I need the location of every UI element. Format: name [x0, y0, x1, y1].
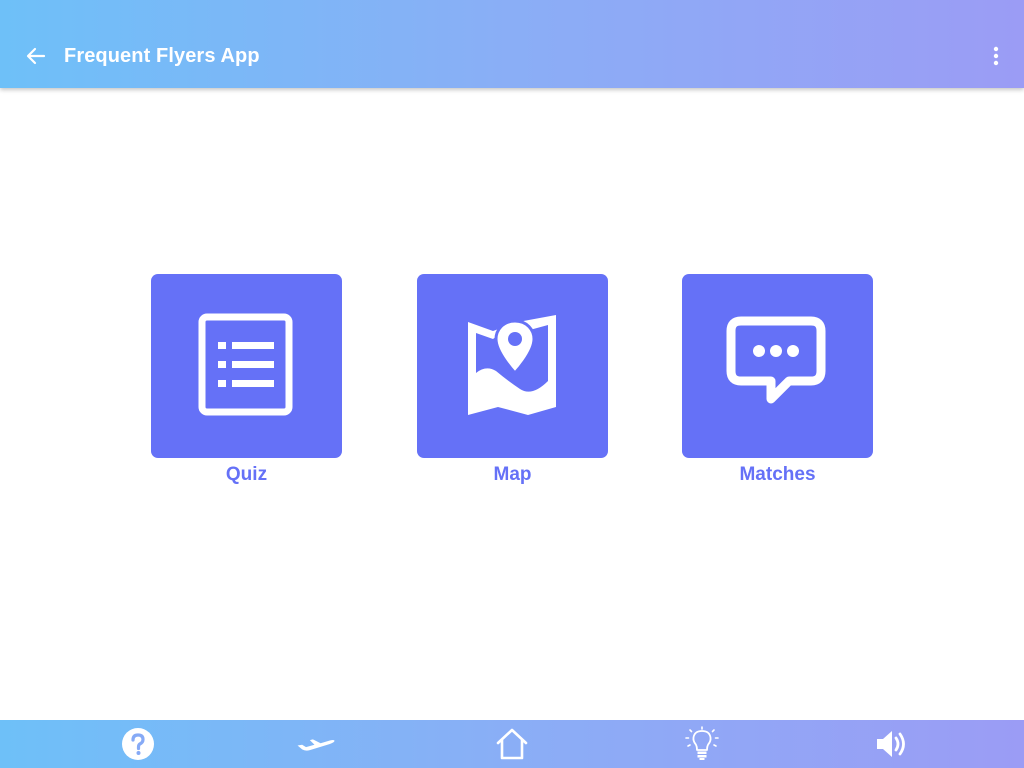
arrow-back-icon	[26, 47, 46, 65]
matches-tile[interactable]: Matches	[682, 274, 873, 486]
app-title: Frequent Flyers App	[64, 45, 260, 67]
top-app-bar: Frequent Flyers App	[0, 0, 1024, 88]
more-options-button[interactable]	[984, 40, 1008, 72]
flight-button[interactable]	[296, 726, 336, 762]
matches-tile-box[interactable]	[682, 274, 873, 458]
map-tile[interactable]: Map	[417, 274, 608, 486]
bottom-navigation	[0, 720, 1024, 768]
quiz-label[interactable]: Quiz	[151, 464, 342, 486]
home-button[interactable]	[492, 726, 532, 762]
map-tile-box[interactable]	[417, 274, 608, 458]
speaker-icon	[877, 731, 905, 757]
home-icon	[496, 728, 528, 760]
question-icon	[122, 728, 154, 760]
help-button[interactable]	[118, 726, 158, 762]
airplane-icon	[297, 739, 335, 751]
more-vertical-icon	[993, 46, 999, 66]
sound-button[interactable]	[871, 726, 911, 762]
chat-bubble-icon	[726, 316, 825, 404]
lightbulb-icon	[685, 726, 719, 760]
matches-label[interactable]: Matches	[682, 464, 873, 486]
map-label[interactable]: Map	[417, 464, 608, 486]
back-button[interactable]	[20, 40, 52, 72]
quiz-tile-box[interactable]	[151, 274, 342, 458]
quiz-tile[interactable]: Quiz	[151, 274, 342, 486]
list-icon	[198, 313, 292, 416]
app-screen: Frequent Flyers App Quiz Map Matches	[0, 0, 1024, 768]
tips-button[interactable]	[682, 726, 722, 762]
map-pin-icon	[467, 315, 556, 415]
